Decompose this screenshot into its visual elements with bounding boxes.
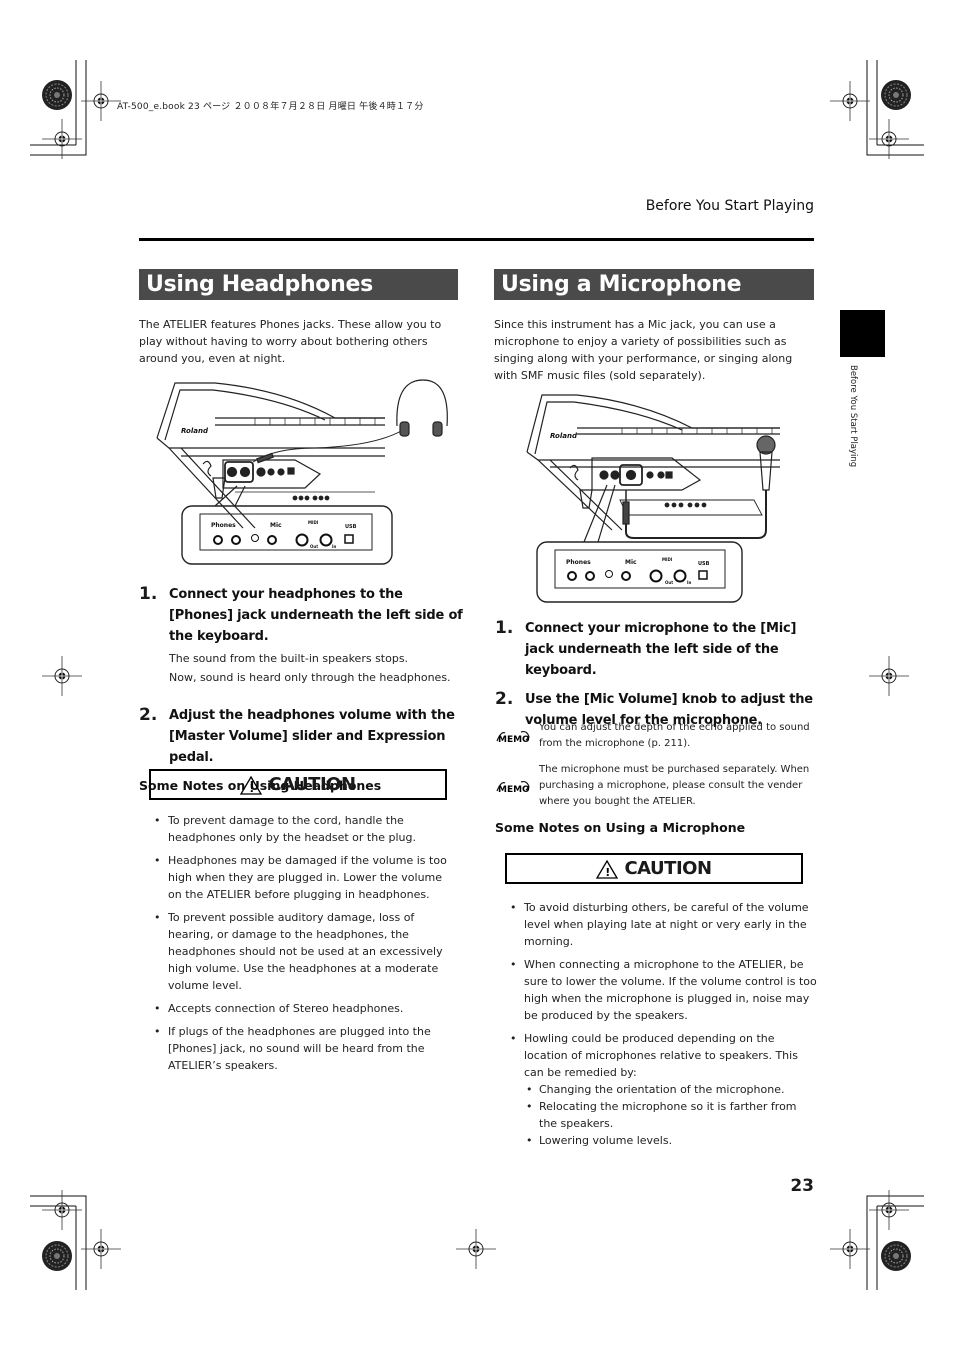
list-item: Headphones may be damaged if the volume … [152,852,457,903]
memo-note: MEMO The microphone must be purchased se… [495,762,815,810]
header-rule [139,238,814,241]
step-2: 2. Adjust the headphones volume with the… [139,705,464,768]
svg-text:!: ! [606,866,611,879]
registration-mark-icon [829,80,871,122]
section-title: Using a Microphone [494,269,814,300]
running-head: Before You Start Playing [645,198,814,214]
step-1: 1. Connect your headphones to the [Phone… [139,584,464,687]
registration-mark-icon [829,1228,871,1270]
svg-text:In: In [687,580,691,585]
registration-mark-icon [80,1228,122,1270]
headphones-connection-figure: Roland Phones Mic MIDI USB Out In [156,379,448,565]
microphone-caution-list: To avoid disturbing others, be careful o… [508,899,818,1155]
step-number: 2. [139,705,158,725]
svg-text:MEMO: MEMO [498,785,530,795]
chapter-tab-label: Before You Start Playing [848,365,858,468]
sub-list-item: Changing the orientation of the micropho… [524,1081,818,1098]
step-note: Now, sound is heard only through the hea… [169,671,451,684]
starburst-mark-icon [41,1240,73,1272]
step-number: 1. [139,584,158,604]
svg-text:Out: Out [310,544,318,549]
list-item: Accepts connection of Stereo headphones. [152,1000,457,1017]
caution-label: CAUTION [624,858,712,879]
memo-note: MEMO You can adjust the depth of the ech… [495,720,815,752]
caution-banner: ! CAUTION [505,853,803,884]
list-item: When connecting a microphone to the ATEL… [508,956,818,1024]
memo-icon: MEMO [496,780,530,795]
list-item-text: Howling could be produced depending on t… [524,1032,798,1079]
step-number: 1. [495,618,514,638]
caution-label: CAUTION [268,774,356,795]
svg-text:!: ! [250,782,255,795]
svg-text:Mic: Mic [270,522,282,529]
headphones-steps: 1. Connect your headphones to the [Phone… [139,584,464,793]
starburst-mark-icon [880,79,912,111]
microphone-connection-figure: Roland Phones Mic MIDI USB Out In [526,394,780,603]
step-1: 1. Connect your microphone to the [Mic] … [495,618,820,681]
svg-text:USB: USB [698,561,710,567]
step-instruction: Connect your headphones to the [Phones] … [169,587,463,644]
chapter-tab [840,310,885,357]
svg-text:MIDI: MIDI [662,557,673,562]
intro-paragraph: Since this instrument has a Mic jack, yo… [494,318,793,382]
svg-text:MIDI: MIDI [308,520,319,525]
step-instruction: Connect your microphone to the [Mic] jac… [525,621,797,678]
registration-mark-icon [868,655,910,697]
list-item: To prevent possible auditory damage, los… [152,909,457,994]
remedy-list: Changing the orientation of the micropho… [524,1081,818,1149]
memo-text: The microphone must be purchased separat… [539,764,810,807]
svg-text:MEMO: MEMO [498,735,530,745]
starburst-mark-icon [880,1240,912,1272]
memo-notes: MEMO You can adjust the depth of the ech… [495,720,815,835]
list-item: If plugs of the headphones are plugged i… [152,1023,457,1074]
notes-heading: Some Notes on Using a Microphone [495,820,746,835]
svg-text:USB: USB [345,524,357,530]
brand-logo: Roland [181,427,209,435]
list-item: To avoid disturbing others, be careful o… [508,899,818,950]
sub-list-item: Relocating the microphone so it is farth… [524,1098,818,1132]
section-using-headphones: Using Headphones The ATELIER features Ph… [139,269,458,367]
microphone-steps: 1. Connect your microphone to the [Mic] … [495,618,820,731]
svg-text:Mic: Mic [625,559,637,566]
registration-mark-icon [455,1228,497,1270]
warning-triangle-icon: ! [240,775,263,795]
page-number: 23 [790,1176,814,1196]
memo-text: You can adjust the depth of the echo app… [539,722,810,749]
list-item: To prevent damage to the cord, handle th… [152,812,457,846]
section-title: Using Headphones [139,269,458,300]
print-slug-header: AT-500_e.book 23 ページ ２００８年７月２８日 月曜日 午後４時… [117,102,424,112]
memo-icon: MEMO [496,730,530,745]
list-item: Howling could be produced depending on t… [508,1030,818,1149]
starburst-mark-icon [41,79,73,111]
svg-text:Out: Out [665,580,673,585]
registration-mark-icon [868,118,910,160]
svg-text:In: In [332,544,336,549]
svg-text:Phones: Phones [566,559,591,566]
warning-triangle-icon: ! [596,859,619,879]
step-note: The sound from the built-in speakers sto… [169,652,409,665]
svg-text:Phones: Phones [211,522,236,529]
headphones-caution-list: To prevent damage to the cord, handle th… [152,812,457,1080]
brand-logo: Roland [550,432,578,440]
caution-banner: ! CAUTION [149,769,447,800]
registration-mark-icon [41,655,83,697]
sub-list-item: Lowering volume levels. [524,1132,818,1149]
step-instruction: Adjust the headphones volume with the [M… [169,708,455,765]
registration-mark-icon [80,80,122,122]
intro-paragraph: The ATELIER features Phones jacks. These… [139,318,442,365]
section-using-microphone: Using a Microphone Since this instrument… [494,269,814,384]
